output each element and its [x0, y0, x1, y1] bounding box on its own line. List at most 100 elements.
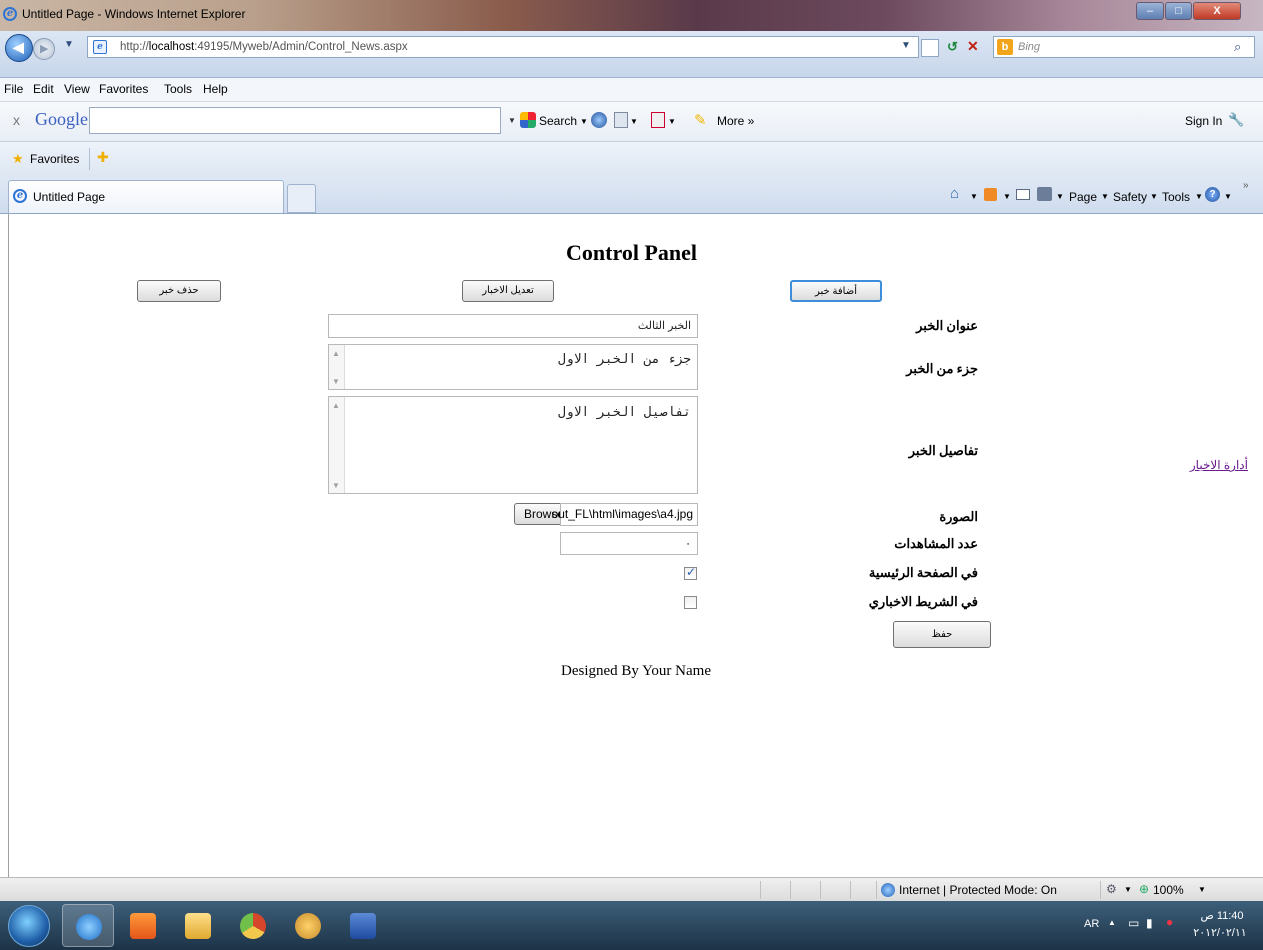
manage-news-link[interactable]: أدارة الاخبار	[1186, 458, 1248, 472]
page-tool-icon[interactable]	[614, 112, 628, 128]
language-indicator[interactable]: AR	[1084, 918, 1099, 930]
new-tab-button[interactable]	[287, 184, 316, 213]
security-zone-text[interactable]: Internet | Protected Mode: On	[899, 883, 1057, 897]
delete-news-button[interactable]: حذف خبر	[137, 280, 221, 302]
action-center-icon[interactable]: ▮	[1146, 916, 1153, 930]
homepage-label: في الصفحة الرئيسية	[868, 565, 978, 580]
tab-untitled-page[interactable]: e Untitled Page	[8, 180, 284, 213]
menu-edit[interactable]: Edit	[33, 82, 54, 96]
homepage-checkbox[interactable]	[684, 565, 697, 580]
save-button[interactable]: حفظ	[893, 621, 991, 648]
news-excerpt-textarea[interactable]: ▲ ▼ جزء من الخبر الاول	[328, 344, 698, 390]
favorites-button[interactable]: Favorites	[30, 152, 79, 166]
menu-bar: File Edit View Favorites Tools Help	[0, 78, 1263, 102]
news-details-label: تفاصيل الخبر	[908, 443, 978, 458]
back-button[interactable]: ◀	[5, 34, 33, 62]
taskbar-explorer[interactable]	[172, 904, 224, 947]
start-button[interactable]	[8, 905, 50, 947]
google-search-dropdown-icon[interactable]: ▼	[580, 117, 588, 126]
search-go-icon[interactable]: ⌕	[1234, 39, 1241, 55]
chevron-more-icon[interactable]: »	[1243, 180, 1249, 191]
protection-dropdown-icon[interactable]: ▼	[1124, 885, 1132, 894]
edit-news-button[interactable]: تعديل الاخبار	[462, 280, 554, 302]
google-search-icon	[520, 112, 536, 128]
mail-icon[interactable]	[1016, 189, 1030, 200]
taskbar-paint[interactable]	[282, 904, 334, 947]
tab-ie-icon: e	[13, 189, 27, 203]
views-count-input[interactable]: ٠	[560, 532, 698, 555]
volume-icon[interactable]: ●	[1166, 915, 1173, 929]
tray-expand-icon[interactable]: ▲	[1108, 918, 1116, 927]
safety-menu[interactable]: Safety	[1113, 190, 1147, 204]
print-icon[interactable]	[1037, 187, 1052, 201]
zoom-level[interactable]: 100%	[1153, 883, 1184, 897]
url-field[interactable]: e http://localhost:49195/Myweb/Admin/Con…	[87, 36, 919, 58]
tools-menu[interactable]: Tools	[1162, 190, 1190, 204]
help-dropdown-icon[interactable]: ▼	[1224, 192, 1232, 201]
page-menu[interactable]: Page	[1069, 190, 1097, 204]
home-dropdown-icon[interactable]: ▼	[970, 192, 978, 201]
protection-icon[interactable]: ⚙	[1106, 882, 1117, 896]
network-icon[interactable]: ▭	[1128, 916, 1139, 930]
stop-icon[interactable]: ✕	[967, 38, 979, 55]
forward-button[interactable]: ▶	[33, 38, 55, 60]
ticker-checkbox[interactable]	[684, 596, 697, 609]
address-bar: ◀ ▶ ▼ e http://localhost:49195/Myweb/Adm…	[0, 31, 1263, 78]
sign-in-button[interactable]: Sign In	[1185, 114, 1222, 128]
maximize-button[interactable]: □	[1165, 2, 1192, 20]
news-title-input[interactable]: الخبر الثالث	[328, 314, 698, 338]
google-logo: Google	[35, 109, 88, 129]
menu-file[interactable]: File	[4, 82, 23, 96]
search-dropdown-icon[interactable]: ▼	[508, 116, 516, 125]
google-search-button[interactable]: Search	[539, 114, 577, 128]
excerpt-scrollbar[interactable]: ▲ ▼	[329, 345, 345, 389]
home-icon[interactable]: ⌂	[950, 185, 959, 202]
page-tool-dropdown-icon[interactable]: ▼	[630, 117, 638, 126]
page-menu-dropdown-icon[interactable]: ▼	[1101, 192, 1109, 201]
highlighter-icon[interactable]: ✎	[694, 111, 707, 129]
page-icon: e	[93, 40, 107, 54]
menu-favorites[interactable]: Favorites	[99, 82, 148, 96]
refresh-icon[interactable]: ↺	[947, 39, 958, 55]
clock-date[interactable]: ٢٠١٢/٠٢/١١	[1190, 926, 1250, 939]
google-more-button[interactable]: More »	[717, 114, 754, 128]
taskbar-visual-studio[interactable]	[227, 904, 279, 947]
search-input[interactable]: b Bing	[993, 36, 1255, 58]
news-details-value: تفاصيل الخبر الاول	[557, 405, 691, 420]
feeds-icon[interactable]	[984, 188, 997, 201]
popup-dropdown-icon[interactable]: ▼	[668, 117, 676, 126]
feeds-dropdown-icon[interactable]: ▼	[1003, 192, 1011, 201]
wrench-icon[interactable]: 🔧	[1228, 112, 1244, 128]
minimize-button[interactable]: –	[1136, 2, 1164, 20]
zoom-icon: ⊕	[1139, 882, 1150, 896]
menu-help[interactable]: Help	[203, 82, 228, 96]
print-dropdown-icon[interactable]: ▼	[1056, 192, 1064, 201]
url-text: http://localhost:49195/Myweb/Admin/Contr…	[120, 41, 408, 53]
help-icon[interactable]: ?	[1205, 187, 1220, 202]
google-search-input[interactable]	[89, 107, 501, 134]
clock-time[interactable]: 11:40 ص	[1198, 909, 1246, 922]
compatibility-icon[interactable]	[921, 39, 939, 57]
zoom-dropdown-icon[interactable]: ▼	[1198, 885, 1206, 894]
safety-menu-dropdown-icon[interactable]: ▼	[1150, 192, 1158, 201]
word-icon	[350, 913, 376, 939]
details-scrollbar[interactable]: ▲ ▼	[329, 397, 345, 493]
menu-tools[interactable]: Tools	[164, 82, 192, 96]
tools-menu-dropdown-icon[interactable]: ▼	[1195, 192, 1203, 201]
news-details-textarea[interactable]: ▲ ▼ تفاصيل الخبر الاول	[328, 396, 698, 494]
taskbar-app-2[interactable]	[117, 904, 169, 947]
globe-icon[interactable]	[591, 112, 607, 128]
window-title-bar[interactable]: e Untitled Page - Windows Internet Explo…	[0, 0, 1263, 31]
menu-view[interactable]: View	[64, 82, 90, 96]
add-favorites-icon[interactable]: ✚	[97, 149, 109, 166]
image-path-input[interactable]: out_FL\html\images\a4.jpg	[552, 503, 698, 526]
views-count-value: ٠	[685, 538, 691, 550]
close-button[interactable]: X	[1193, 2, 1241, 20]
url-dropdown-icon[interactable]: ▼	[901, 40, 911, 51]
popup-blocker-icon[interactable]	[651, 112, 665, 128]
add-news-button[interactable]: أضافة خبر	[790, 280, 882, 302]
taskbar-internet-explorer[interactable]	[62, 904, 114, 947]
recent-pages-dropdown-icon[interactable]: ▼	[64, 39, 74, 50]
taskbar-word[interactable]	[337, 904, 389, 947]
toolbar-close-button[interactable]: x	[13, 112, 20, 128]
